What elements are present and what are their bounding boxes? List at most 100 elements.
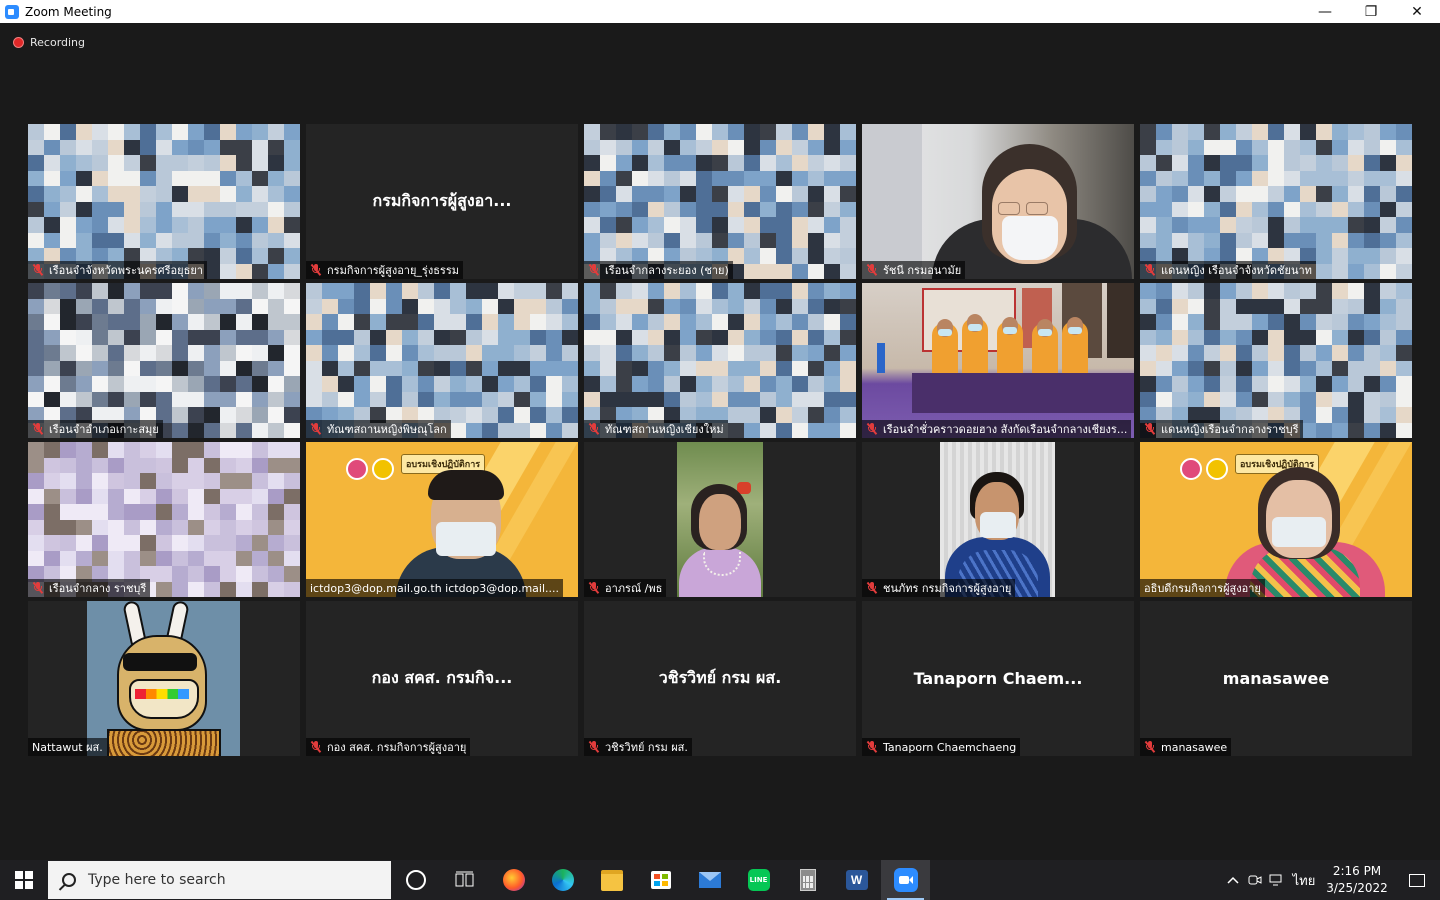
- recording-indicator[interactable]: Recording: [13, 36, 85, 49]
- participant-name-label: ชนภัทร กรมกิจการผู้สูงอายุ: [862, 579, 1016, 597]
- muted-microphone-icon: [32, 423, 44, 435]
- word-taskbar-button[interactable]: W: [832, 860, 881, 900]
- participant-tile[interactable]: เรือนจำกลาง ราชบุรี: [28, 442, 300, 597]
- muted-microphone-icon: [588, 264, 600, 276]
- store-taskbar-button[interactable]: [636, 860, 685, 900]
- windows-logo-icon: [15, 871, 33, 889]
- calculator-taskbar-button[interactable]: [783, 860, 832, 900]
- muted-microphone-icon: [1144, 423, 1156, 435]
- participant-tile[interactable]: เรือนจำกลางระยอง (ชาย): [584, 124, 856, 279]
- muted-microphone-icon: [1144, 264, 1156, 276]
- participant-name-label: เรือนจำกลาง ราชบุรี: [28, 579, 151, 597]
- participant-name-label: วชิรวิทย์ กรม ผส.: [584, 738, 692, 756]
- mail-taskbar-button[interactable]: [685, 860, 734, 900]
- participant-display-name: Tanaporn Chaem...: [913, 669, 1083, 688]
- zoom-app-icon: [5, 4, 19, 19]
- participant-video: [306, 283, 578, 438]
- video-grid: เรือนจำจังหวัดพระนครศรีอยุธยา กรมกิจการผู…: [28, 124, 1414, 758]
- firefox-taskbar-button[interactable]: [489, 860, 538, 900]
- muted-microphone-icon: [866, 582, 878, 594]
- file-explorer-icon: [600, 869, 623, 891]
- muted-microphone-icon: [310, 741, 322, 753]
- participant-name: เรือนจำกลางระยอง (ชาย): [605, 264, 729, 277]
- start-button[interactable]: [0, 860, 48, 900]
- participant-tile[interactable]: วชิรวิทย์ กรม ผส. วชิรวิทย์ กรม ผส.: [584, 601, 856, 756]
- participant-tile[interactable]: แดนหญิงเรือนจำกลางราชบุรี: [1140, 283, 1412, 438]
- participant-tile[interactable]: ทัณฑสถานหญิงพิษณุโลก: [306, 283, 578, 438]
- muted-microphone-icon: [32, 264, 44, 276]
- participant-name-label: Tanaporn Chaemchaeng: [862, 738, 1021, 756]
- notification-center-button[interactable]: [1394, 860, 1440, 900]
- participant-name-label: อธิบดีกรมกิจการผู้สูงอายุ: [1140, 579, 1265, 597]
- line-taskbar-button[interactable]: LINE: [734, 860, 783, 900]
- participant-video: [940, 442, 1055, 597]
- window-title: Zoom Meeting: [25, 4, 112, 19]
- participant-tile[interactable]: ทัณฑสถานหญิงเชียงใหม่: [584, 283, 856, 438]
- participant-name-label: ทัณฑสถานหญิงเชียงใหม่: [584, 420, 728, 438]
- participant-name-label: เรือนจำชั่วคราวดอยฮาง สังกัดเรือนจำกลางเ…: [862, 420, 1132, 438]
- participant-name-label: รัชนี กรมอนามัย: [862, 261, 966, 279]
- participant-name: แดนหญิงเรือนจำกลางราชบุรี: [1161, 423, 1299, 436]
- participant-tile[interactable]: อบรมเชิงปฏิบัติการ อธิบดีกรมกิจการผู้สูงอ…: [1140, 442, 1412, 597]
- participant-video: [1140, 283, 1412, 438]
- participant-tile[interactable]: แดนหญิง เรือนจำจังหวัดชัยนาท: [1140, 124, 1412, 279]
- participant-name: Tanaporn Chaemchaeng: [883, 740, 1017, 754]
- recording-dot-icon: [13, 37, 24, 48]
- zoom-taskbar-button[interactable]: [881, 860, 930, 900]
- participant-name-label: ทัณฑสถานหญิงพิษณุโลก: [306, 420, 451, 438]
- participant-tile[interactable]: รัชนี กรมอนามัย: [862, 124, 1134, 279]
- participant-video: [1140, 124, 1412, 279]
- participant-name-label: แดนหญิงเรือนจำกลางราชบุรี: [1140, 420, 1303, 438]
- clock-date: 3/25/2022: [1326, 881, 1388, 895]
- participant-video: [584, 124, 856, 279]
- file-explorer-taskbar-button[interactable]: [587, 860, 636, 900]
- input-language-indicator[interactable]: ไทย: [1288, 860, 1320, 900]
- participant-name: เรือนจำจังหวัดพระนครศรีอยุธยา: [49, 264, 203, 277]
- mail-icon: [698, 872, 721, 888]
- edge-taskbar-button[interactable]: [538, 860, 587, 900]
- participant-tile[interactable]: อาภรณ์ /พธ: [584, 442, 856, 597]
- participant-name: เรือนจำชั่วคราวดอยฮาง สังกัดเรือนจำกลางเ…: [883, 423, 1128, 436]
- participant-name: อธิบดีกรมกิจการผู้สูงอายุ: [1144, 582, 1261, 595]
- participant-tile[interactable]: เรือนจำอำเภอเกาะสมุย: [28, 283, 300, 438]
- edge-icon: [551, 869, 574, 891]
- participant-tile[interactable]: Nattawut ผส.: [28, 601, 300, 756]
- participant-name-label: กรมกิจการผู้สูงอายุ_รุ่งธรรม: [306, 261, 463, 279]
- participant-tile[interactable]: Tanaporn Chaem... Tanaporn Chaemchaeng: [862, 601, 1134, 756]
- participant-tile[interactable]: กรมกิจการผู้สูงอา... กรมกิจการผู้สูงอายุ_…: [306, 124, 578, 279]
- participant-name: แดนหญิง เรือนจำจังหวัดชัยนาท: [1161, 264, 1312, 277]
- meet-now-icon[interactable]: [1244, 860, 1266, 900]
- participant-tile[interactable]: เรือนจำจังหวัดพระนครศรีอยุธยา: [28, 124, 300, 279]
- search-icon: [62, 873, 76, 887]
- cortana-taskbar-button[interactable]: [391, 860, 440, 900]
- muted-microphone-icon: [588, 741, 600, 753]
- participant-tile[interactable]: กอง สคส. กรมกิจ... กอง สคส. กรมกิจการผู้ส…: [306, 601, 578, 756]
- participant-tile[interactable]: อบรมเชิงปฏิบัติการ ictdop3@dop.mail.go.th…: [306, 442, 578, 597]
- participant-name: รัชนี กรมอนามัย: [883, 264, 962, 277]
- task-view-taskbar-button[interactable]: [440, 860, 489, 900]
- show-hidden-icons-chevron-icon[interactable]: [1222, 860, 1244, 900]
- participant-name: กรมกิจการผู้สูงอายุ_รุ่งธรรม: [327, 264, 459, 277]
- participant-name-label: แดนหญิง เรือนจำจังหวัดชัยนาท: [1140, 261, 1316, 279]
- muted-microphone-icon: [588, 423, 600, 435]
- participant-video: [28, 283, 300, 438]
- restore-button[interactable]: ❐: [1348, 0, 1394, 23]
- participant-name-label: ictdop3@dop.mail.go.th ictdop3@dop.mail.…: [306, 579, 564, 597]
- close-button[interactable]: ✕: [1394, 0, 1440, 23]
- taskbar-search-box[interactable]: Type here to search: [48, 861, 391, 899]
- participant-name: วชิรวิทย์ กรม ผส.: [605, 741, 688, 754]
- participant-name: ชนภัทร กรมกิจการผู้สูงอายุ: [883, 582, 1012, 595]
- participant-video: [584, 283, 856, 438]
- participant-name: ทัณฑสถานหญิงพิษณุโลก: [327, 423, 447, 436]
- line-icon: LINE: [747, 869, 770, 891]
- minimize-button[interactable]: —: [1302, 0, 1348, 23]
- participant-tile[interactable]: เรือนจำชั่วคราวดอยฮาง สังกัดเรือนจำกลางเ…: [862, 283, 1134, 438]
- network-icon[interactable]: [1266, 860, 1288, 900]
- participant-video: [862, 283, 1134, 438]
- task-view-icon: [455, 871, 475, 889]
- participant-name-label: อาภรณ์ /พธ: [584, 579, 667, 597]
- participant-tile[interactable]: ชนภัทร กรมกิจการผู้สูงอายุ: [862, 442, 1134, 597]
- participant-video: [677, 442, 763, 597]
- participant-tile[interactable]: manasawee manasawee: [1140, 601, 1412, 756]
- clock[interactable]: 2:16 PM 3/25/2022: [1320, 863, 1394, 897]
